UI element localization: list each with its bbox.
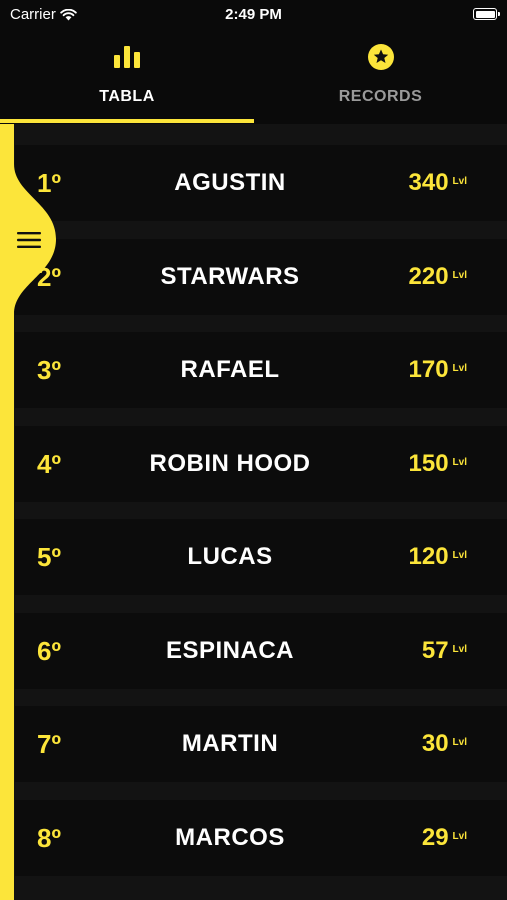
- player-name: AGUSTIN: [174, 169, 286, 196]
- status-bar: Carrier 2:49 PM: [0, 0, 507, 30]
- ranking-row[interactable]: 1º AGUSTIN 340 Lvl: [15, 145, 507, 221]
- ranking-row[interactable]: 6º ESPINACA 57 Lvl: [15, 613, 507, 689]
- player-name: ESPINACA: [165, 637, 295, 664]
- player-level: 340 Lvl: [409, 145, 468, 221]
- level-value: 340: [408, 169, 449, 196]
- level-unit: Lvl: [452, 549, 467, 561]
- player-name: RAFAEL: [180, 356, 280, 383]
- tab-tabla-label: TABLA: [99, 88, 155, 105]
- level-unit: Lvl: [452, 736, 467, 748]
- player-name: MARCOS: [175, 824, 285, 851]
- player-name: STARWARS: [160, 263, 300, 290]
- level-value: 30: [421, 730, 449, 757]
- player-level: 29 Lvl: [422, 800, 467, 876]
- level-unit: Lvl: [452, 175, 467, 187]
- player-level: 220 Lvl: [409, 239, 468, 315]
- level-unit: Lvl: [452, 456, 467, 468]
- level-value: 170: [408, 356, 449, 383]
- player-level: 30 Lvl: [422, 706, 467, 782]
- ranking-row[interactable]: 8º MARCOS 29 Lvl: [15, 800, 507, 876]
- bar-chart-icon: [112, 42, 142, 72]
- ranking-row[interactable]: 2º STARWARS 220 Lvl: [15, 239, 507, 315]
- level-value: 29: [421, 824, 449, 851]
- star-icon: [366, 42, 396, 72]
- tab-records-label: RECORDS: [338, 88, 423, 105]
- tab-bar: TABLA RECORDS: [0, 30, 507, 124]
- hamburger-menu-icon[interactable]: [16, 230, 42, 250]
- level-unit: Lvl: [452, 269, 467, 281]
- player-level: 120 Lvl: [409, 519, 468, 595]
- tab-tabla[interactable]: TABLA: [0, 30, 254, 124]
- ranking-row[interactable]: 5º LUCAS 120 Lvl: [15, 519, 507, 595]
- player-level: 150 Lvl: [409, 426, 468, 502]
- level-value: 120: [408, 543, 449, 570]
- active-tab-indicator: [0, 119, 254, 123]
- level-value: 220: [408, 263, 449, 290]
- player-level: 170 Lvl: [409, 332, 468, 408]
- level-value: 57: [421, 637, 449, 664]
- battery-icon: [473, 8, 500, 20]
- player-name: MARTIN: [181, 730, 279, 757]
- player-name: LUCAS: [187, 543, 273, 570]
- level-unit: Lvl: [452, 643, 467, 655]
- ranking-row[interactable]: 7º MARTIN 30 Lvl: [15, 706, 507, 782]
- level-unit: Lvl: [452, 362, 467, 374]
- status-time: 2:49 PM: [225, 6, 282, 23]
- ranking-list: 1º AGUSTIN 340 Lvl 2º STARWARS 220 Lvl 3…: [0, 124, 507, 900]
- level-value: 150: [408, 450, 449, 477]
- player-name: ROBIN HOOD: [149, 450, 311, 477]
- tab-records[interactable]: RECORDS: [254, 30, 507, 124]
- level-unit: Lvl: [452, 830, 467, 842]
- ranking-row[interactable]: 3º RAFAEL 170 Lvl: [15, 332, 507, 408]
- player-level: 57 Lvl: [422, 613, 467, 689]
- ranking-row[interactable]: 4º ROBIN HOOD 150 Lvl: [15, 426, 507, 502]
